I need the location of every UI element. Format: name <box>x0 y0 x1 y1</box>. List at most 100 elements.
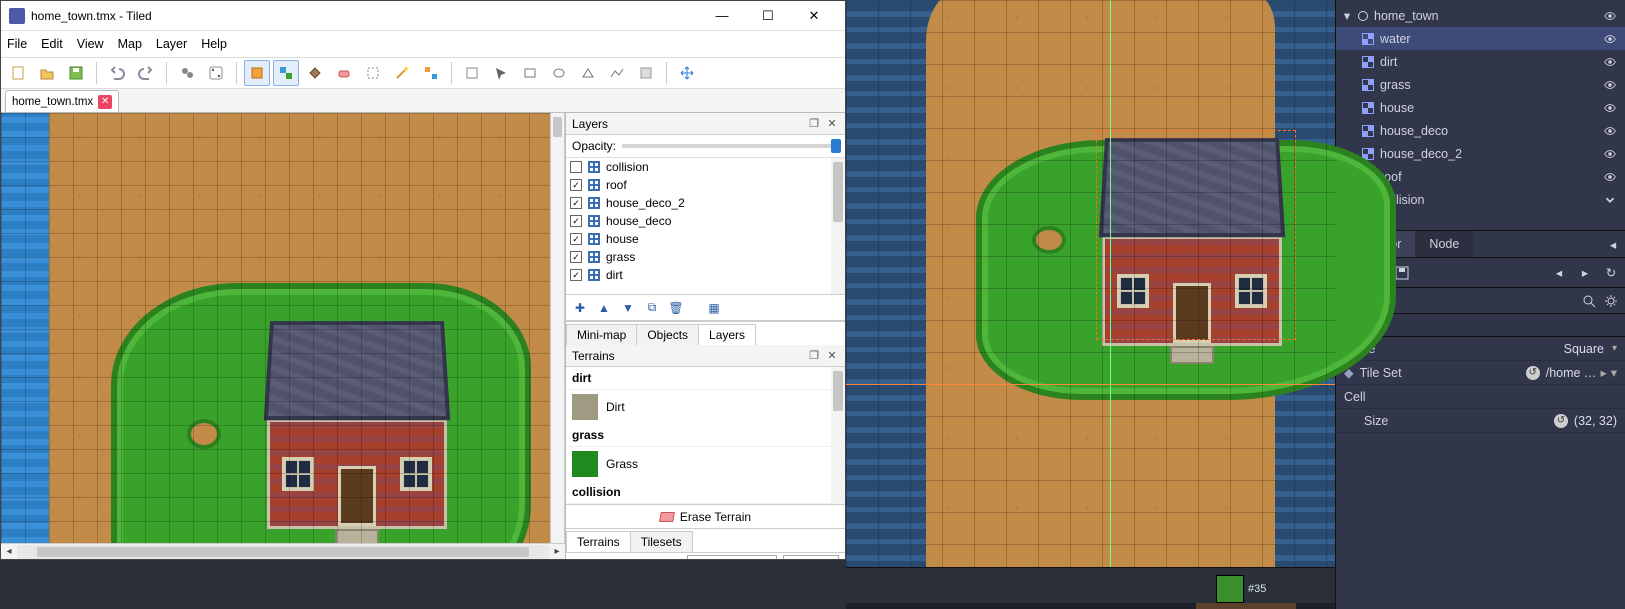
layer-row[interactable]: ✓house_deco <box>566 212 845 230</box>
layer-row[interactable]: ✓house_deco_2 <box>566 194 845 212</box>
random-button[interactable] <box>203 60 229 86</box>
layer-visibility-checkbox[interactable]: ✓ <box>570 251 582 263</box>
close-button[interactable]: ✕ <box>791 1 837 31</box>
scene-node[interactable]: house <box>1336 96 1625 119</box>
menu-map[interactable]: Map <box>118 37 142 51</box>
magic-wand-button[interactable] <box>389 60 415 86</box>
terrain-item[interactable]: Grass <box>566 447 845 481</box>
layer-row[interactable]: collision <box>566 158 845 176</box>
terrain-group[interactable]: collision <box>566 481 845 504</box>
gear-icon[interactable] <box>1603 293 1619 309</box>
vertical-scrollbar[interactable] <box>550 113 564 543</box>
terrain-list[interactable]: dirtDirtgrassGrasscollision <box>566 367 845 504</box>
tab-objects[interactable]: Objects <box>636 324 699 345</box>
fill-tool-button[interactable] <box>302 60 328 86</box>
menu-file[interactable]: File <box>7 37 27 51</box>
close-tab-icon[interactable]: ✕ <box>98 95 112 109</box>
terrain-item[interactable]: Dirt <box>566 390 845 424</box>
terrain-group[interactable]: dirt <box>566 367 845 390</box>
layer-visibility-checkbox[interactable]: ✓ <box>570 215 582 227</box>
automap-button[interactable] <box>174 60 200 86</box>
panel-close-icon[interactable]: ✕ <box>825 117 839 131</box>
visibility-toggle[interactable] <box>1601 122 1619 140</box>
prop-tileset[interactable]: ◆ Tile Set ↺ /home …▸▾ <box>1336 361 1625 385</box>
tab-node[interactable]: Node <box>1415 231 1473 257</box>
visibility-toggle[interactable] <box>1601 30 1619 48</box>
insert-rect-button[interactable] <box>517 60 543 86</box>
scene-node[interactable]: water <box>1336 27 1625 50</box>
scene-node[interactable]: house_deco_2 <box>1336 142 1625 165</box>
revert-icon[interactable]: ↺ <box>1526 366 1540 380</box>
save-file-button[interactable] <box>63 60 89 86</box>
insert-polygon-button[interactable] <box>575 60 601 86</box>
erase-terrain-button[interactable]: Erase Terrain <box>566 504 845 528</box>
history-icon[interactable]: ↻ <box>1603 265 1619 281</box>
object-edit-button[interactable] <box>488 60 514 86</box>
layer-row[interactable]: ✓dirt <box>566 266 845 284</box>
document-tab[interactable]: home_town.tmx ✕ <box>5 90 119 112</box>
duplicate-layer-button[interactable]: ⧉ <box>642 298 662 318</box>
object-select-button[interactable] <box>459 60 485 86</box>
save-resource-icon[interactable] <box>1394 265 1410 281</box>
layer-row[interactable]: ✓house <box>566 230 845 248</box>
collapse-icon[interactable]: ▾ <box>1342 8 1352 23</box>
tab-layers[interactable]: Layers <box>698 324 756 345</box>
insert-polyline-button[interactable] <box>604 60 630 86</box>
insert-tile-button[interactable] <box>633 60 659 86</box>
panel-undock-icon[interactable]: ❐ <box>807 349 821 363</box>
panel-close-icon[interactable]: ✕ <box>825 349 839 363</box>
prop-size-value[interactable]: (32, 32) <box>1574 414 1617 428</box>
tab-tilesets[interactable]: Tilesets <box>630 531 693 552</box>
prop-mode-value[interactable]: Square <box>1564 342 1617 356</box>
tile-swatch[interactable] <box>1216 575 1244 603</box>
history-back-icon[interactable]: ◂ <box>1551 265 1567 281</box>
undo-button[interactable] <box>104 60 130 86</box>
scene-root[interactable]: ▾ home_town <box>1336 4 1625 27</box>
terrain-brush-button[interactable] <box>273 60 299 86</box>
layer-visibility-checkbox[interactable] <box>570 161 582 173</box>
layer-row[interactable]: ✓roof <box>566 176 845 194</box>
rect-select-button[interactable] <box>360 60 386 86</box>
dock-toggle-icon[interactable]: ◂ <box>1601 231 1625 257</box>
stamp-tool-button[interactable] <box>244 60 270 86</box>
visibility-toggle[interactable] <box>1601 53 1619 71</box>
opacity-slider[interactable] <box>622 144 839 148</box>
visibility-toggle[interactable] <box>1601 168 1619 186</box>
horizontal-scrollbar[interactable]: ◂▸ <box>1 543 565 559</box>
new-file-button[interactable] <box>5 60 31 86</box>
delete-layer-button[interactable]: 🗑 <box>666 298 686 318</box>
select-same-button[interactable] <box>418 60 444 86</box>
scene-node[interactable]: dirt <box>1336 50 1625 73</box>
layer-list[interactable]: collision✓roof✓house_deco_2✓house_deco✓h… <box>566 158 845 295</box>
tab-minimap[interactable]: Mini-map <box>566 324 637 345</box>
prop-size[interactable]: Size ↺ (32, 32) <box>1336 409 1625 433</box>
tileset-select[interactable]: water <box>687 555 777 560</box>
visibility-toggle[interactable] <box>1601 145 1619 163</box>
layer-row[interactable]: ✓grass <box>566 248 845 266</box>
visibility-toggle[interactable] <box>1601 7 1619 25</box>
menu-help[interactable]: Help <box>201 37 227 51</box>
eraser-tool-button[interactable] <box>331 60 357 86</box>
godot-viewport[interactable]: #35 <box>846 0 1335 609</box>
insert-ellipse-button[interactable] <box>546 60 572 86</box>
terrain-scrollbar[interactable] <box>831 367 845 504</box>
menu-layer[interactable]: Layer <box>156 37 187 51</box>
layer-visibility-checkbox[interactable]: ✓ <box>570 233 582 245</box>
visibility-toggle[interactable] <box>1601 191 1619 209</box>
layer-up-button[interactable]: ▲ <box>594 298 614 318</box>
menu-edit[interactable]: Edit <box>41 37 63 51</box>
maximize-button[interactable]: ☐ <box>745 1 791 31</box>
tab-terrains[interactable]: Terrains <box>566 531 631 552</box>
history-fwd-icon[interactable]: ▸ <box>1577 265 1593 281</box>
scene-node[interactable]: house_deco <box>1336 119 1625 142</box>
revert-icon[interactable]: ↺ <box>1554 414 1568 428</box>
visibility-toggle[interactable] <box>1601 99 1619 117</box>
show-other-button[interactable]: ▦ <box>704 298 724 318</box>
new-layer-button[interactable]: ✚ <box>570 298 590 318</box>
search-icon[interactable] <box>1581 293 1597 309</box>
layer-visibility-checkbox[interactable]: ✓ <box>570 269 582 281</box>
map-canvas[interactable] <box>1 113 565 543</box>
minimize-button[interactable]: — <box>699 1 745 31</box>
prop-cell[interactable]: Cell <box>1336 385 1625 409</box>
redo-button[interactable] <box>133 60 159 86</box>
